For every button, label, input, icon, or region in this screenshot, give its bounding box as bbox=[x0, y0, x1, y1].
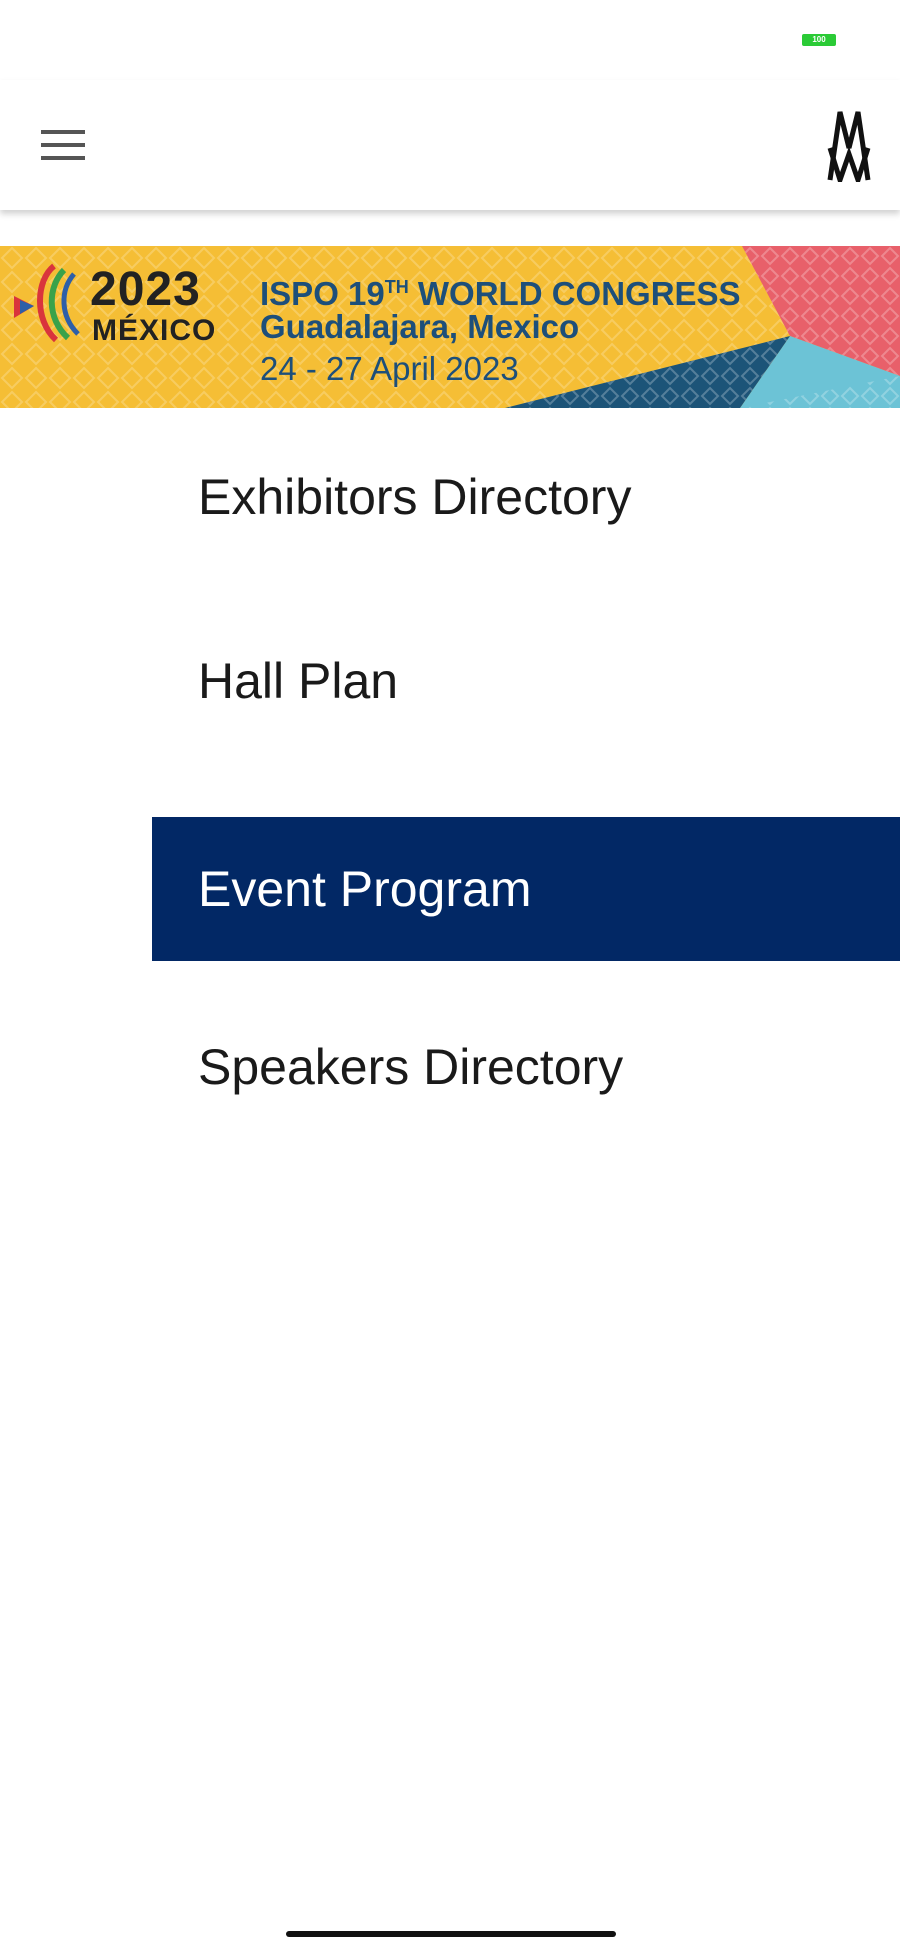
app-bar bbox=[0, 80, 900, 210]
menu-item-label: Event Program bbox=[198, 861, 532, 917]
menu-item-exhibitors-directory[interactable]: Exhibitors Directory bbox=[152, 425, 900, 569]
congress-dates: 24 - 27 April 2023 bbox=[260, 350, 519, 387]
logo-year: 2023 bbox=[90, 263, 201, 316]
menu-item-speakers-directory[interactable]: Speakers Directory bbox=[152, 995, 900, 1139]
hamburger-menu-button[interactable] bbox=[30, 112, 96, 178]
congress-title-prefix: ISPO 19 bbox=[260, 275, 385, 312]
status-bar: 100 bbox=[0, 0, 900, 80]
congress-title-superscript: TH bbox=[384, 277, 409, 297]
event-banner[interactable]: 2023 MÉXICO ISPO 19TH WORLD CONGRESS Gua… bbox=[0, 246, 900, 408]
messe-logo-icon[interactable] bbox=[826, 108, 872, 182]
home-indicator[interactable] bbox=[286, 1931, 616, 1937]
battery-label: 100 bbox=[812, 35, 826, 44]
menu-item-label: Exhibitors Directory bbox=[198, 469, 632, 525]
menu-item-label: Hall Plan bbox=[198, 653, 399, 709]
congress-emblem-icon bbox=[14, 263, 80, 343]
battery-icon: 100 bbox=[802, 34, 836, 46]
congress-city: Guadalajara, Mexico bbox=[260, 308, 580, 345]
menu-item-label: Speakers Directory bbox=[198, 1039, 624, 1095]
menu-item-hall-plan[interactable]: Hall Plan bbox=[152, 609, 900, 753]
hamburger-menu-icon bbox=[41, 130, 85, 160]
congress-title-suffix: WORLD CONGRESS bbox=[408, 275, 741, 312]
logo-country: MÉXICO bbox=[92, 314, 217, 347]
menu-item-event-program[interactable]: Event Program bbox=[152, 817, 900, 961]
congress-title: ISPO 19TH WORLD CONGRESS bbox=[260, 268, 741, 313]
